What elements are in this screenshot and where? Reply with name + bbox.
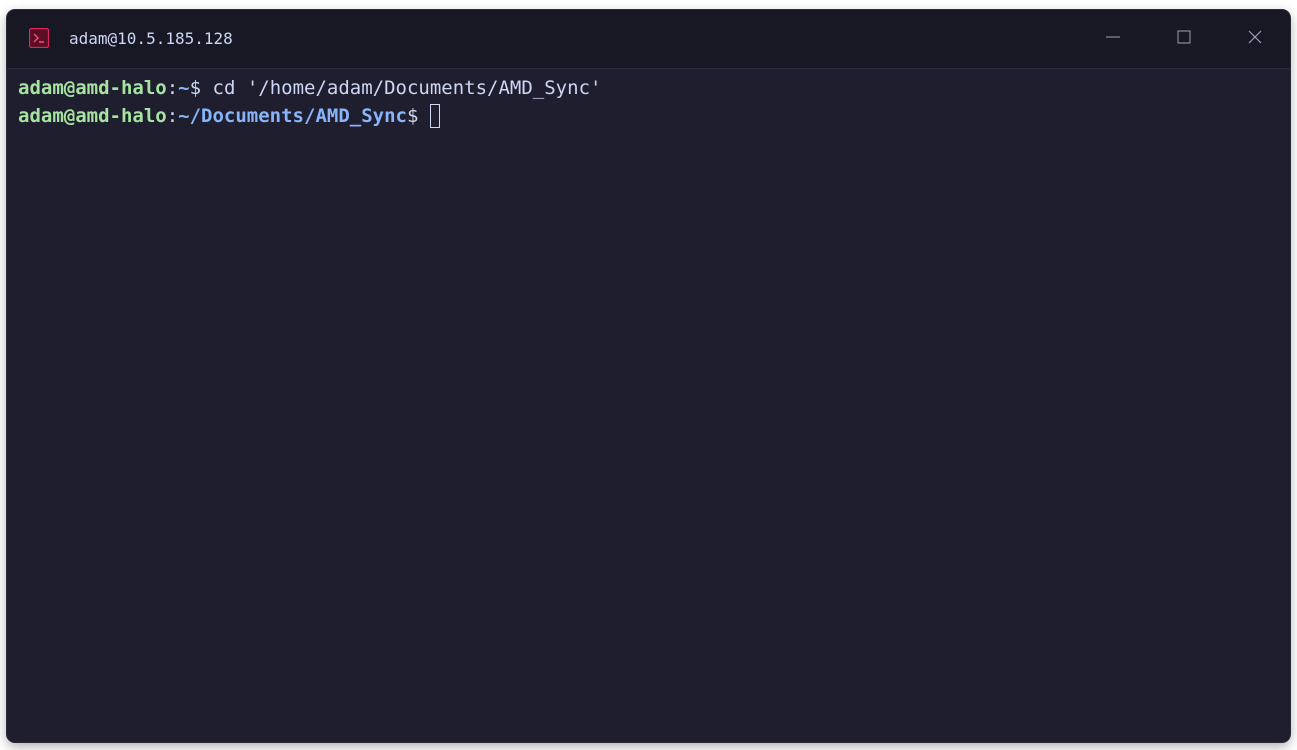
command-text: cd '/home/adam/Documents/AMD_Sync' <box>201 77 602 99</box>
terminal-icon <box>28 27 50 49</box>
prompt-user-host: adam@amd-halo <box>18 105 167 127</box>
terminal-output[interactable]: adam@amd-halo:~$ cd '/home/adam/Document… <box>18 74 1278 734</box>
maximize-icon <box>1176 29 1192 50</box>
prompt-symbol: $ <box>189 77 202 99</box>
minimize-button[interactable] <box>1078 10 1148 68</box>
prompt-user-host: adam@amd-halo <box>18 77 167 99</box>
maximize-button[interactable] <box>1149 10 1219 68</box>
text-cursor <box>430 104 441 128</box>
prompt-colon: : <box>166 77 179 99</box>
minimize-icon <box>1105 29 1121 50</box>
prompt-path: ~ <box>178 77 190 99</box>
terminal-line: adam@amd-halo:~$ cd '/home/adam/Document… <box>18 74 1278 102</box>
terminal-line: adam@amd-halo:~/Documents/AMD_Sync$ <box>18 102 1278 130</box>
close-button[interactable] <box>1220 10 1290 68</box>
prompt-colon: : <box>166 105 179 127</box>
prompt-symbol: $ <box>406 105 419 127</box>
window-title: adam@10.5.185.128 <box>69 29 233 48</box>
title-bar[interactable]: adam@10.5.185.128 <box>7 10 1290 69</box>
close-icon <box>1247 29 1263 50</box>
terminal-window: adam@10.5.185.128 adam@amd-halo:~$ cd '/… <box>7 10 1290 742</box>
prompt-path: ~/Documents/AMD_Sync <box>178 105 407 127</box>
